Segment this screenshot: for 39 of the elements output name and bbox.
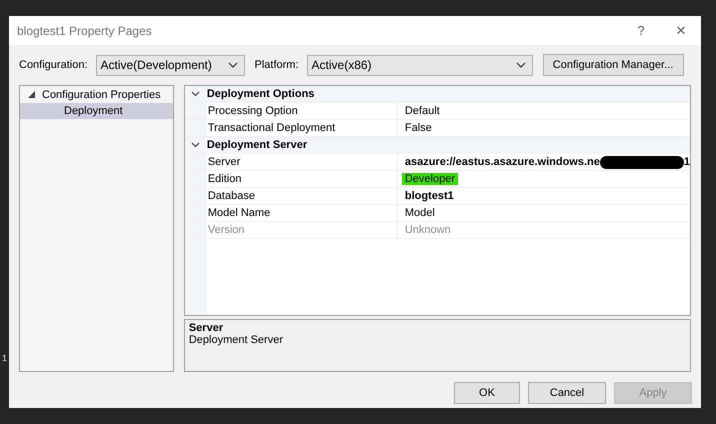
property-name: Model Name — [206, 205, 398, 221]
property-name: Processing Option — [206, 103, 398, 119]
highlighted-value: Developer — [402, 173, 458, 185]
property-value: asazure://eastus.asazure.windows.ne — [404, 156, 600, 168]
property-value: Default — [404, 105, 441, 117]
chevron-down-icon — [228, 62, 238, 68]
chevron-down-icon — [516, 62, 526, 68]
tree-label: Deployment — [64, 105, 123, 117]
property-name: Database — [206, 188, 398, 204]
window-title: blogtest1 Property Pages — [17, 24, 153, 38]
close-button[interactable]: ✕ — [661, 23, 701, 38]
field-label: Configuration: — [19, 59, 88, 71]
property-name: Server — [206, 154, 398, 170]
tree-item[interactable]: Deployment — [20, 103, 173, 119]
property-name: Version — [206, 222, 398, 238]
dialog-button[interactable]: Cancel — [528, 382, 606, 404]
margin-mark: 1 — [2, 353, 8, 363]
property-value: 1 — [684, 156, 690, 168]
dialog-button[interactable]: OK — [454, 382, 520, 404]
dropdown[interactable]: Active(x86) — [306, 54, 533, 76]
property-name: Edition — [206, 171, 398, 187]
category-label: Deployment Server — [206, 139, 308, 151]
chevron-down-icon[interactable] — [191, 91, 200, 97]
expander-icon[interactable] — [28, 90, 35, 98]
property-value: blogtest1 — [404, 190, 455, 202]
tree-item[interactable]: Configuration Properties — [20, 87, 173, 103]
property-value: Unknown — [404, 224, 452, 236]
category-label: Deployment Options — [206, 88, 314, 100]
dropdown[interactable]: Active(Development) — [96, 54, 244, 76]
chevron-down-icon[interactable] — [191, 142, 200, 148]
description-title: Server — [188, 322, 224, 334]
tree-label: Configuration Properties — [42, 89, 161, 101]
property-value: False — [404, 122, 433, 134]
property-name: Transactional Deployment — [206, 120, 398, 136]
property-value: Model — [404, 207, 436, 219]
configuration-manager-button[interactable]: Configuration Manager... — [542, 54, 684, 76]
description-text: Deployment Server — [188, 334, 284, 346]
field-label: Platform: — [254, 59, 299, 71]
help-button[interactable]: ? — [621, 23, 661, 38]
